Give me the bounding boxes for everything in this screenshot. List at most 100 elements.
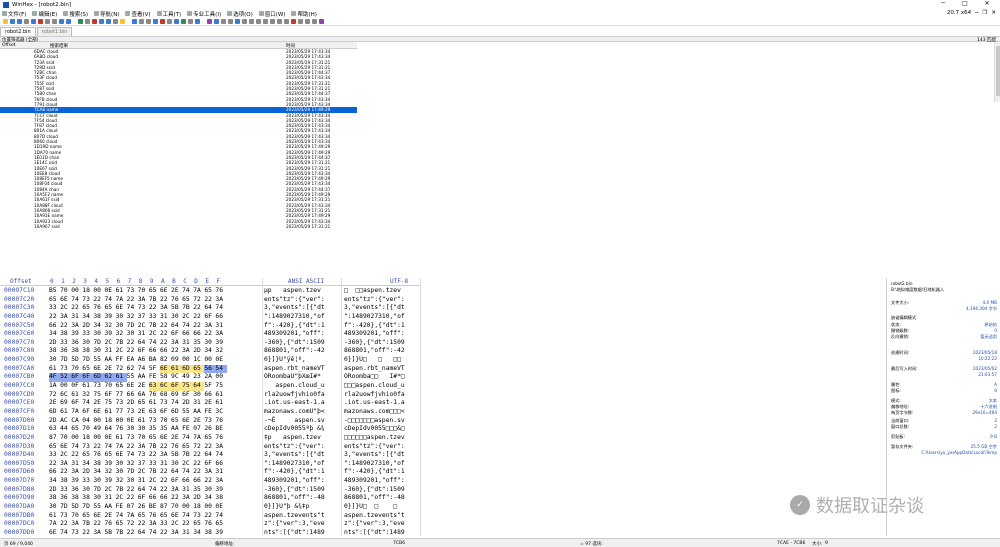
hex-byte[interactable]: 22 — [160, 486, 171, 495]
hex-byte[interactable]: 5B — [104, 529, 115, 537]
hex-byte[interactable]: 3A — [171, 339, 182, 348]
hex-byte[interactable]: 22 — [160, 477, 171, 486]
hex-byte[interactable]: 3A — [182, 494, 193, 503]
menu-item[interactable]: 帮助(H) — [291, 10, 317, 18]
hex-byte[interactable]: 73 — [93, 382, 104, 391]
hex-byte[interactable]: 66 — [182, 330, 193, 339]
hex-byte[interactable]: 74 — [71, 296, 82, 305]
hex-byte[interactable]: 7D — [93, 486, 104, 495]
menu-item[interactable]: 选项(O) — [227, 10, 253, 18]
hex-byte[interactable]: 4F — [49, 373, 61, 383]
hex-row[interactable]: 00007D90 38 36 38 38 30 31 2C 22 6F 66 66 22 3A 2D 34 38… — [0, 494, 420, 503]
hex-byte[interactable]: 74 — [149, 339, 160, 348]
hex-byte[interactable]: 73 — [127, 287, 138, 296]
hex-byte[interactable]: 23 — [193, 373, 204, 382]
hex-byte[interactable]: 22 — [160, 296, 171, 305]
hex-byte[interactable]: 22 — [127, 339, 138, 348]
hex-byte[interactable]: 00 — [71, 434, 82, 443]
hex-byte[interactable]: 65 — [104, 304, 115, 313]
hex-byte[interactable]: 70 — [60, 287, 71, 296]
hex-byte[interactable]: 22 — [93, 443, 104, 452]
hex-byte[interactable]: 22 — [60, 322, 71, 331]
hex-byte[interactable]: 76 — [215, 287, 226, 296]
close-icon[interactable]: ✕ — [976, 0, 998, 7]
toolbar-button-icon[interactable] — [85, 19, 90, 24]
toolbar-button-icon[interactable] — [92, 19, 97, 24]
hex-row[interactable]: 00007C40 22 3A 31 34 38 39 30 32 37 33 31 30 2C 22 6F 66… — [0, 313, 420, 322]
toolbar-button-icon[interactable] — [160, 19, 165, 24]
hex-byte[interactable]: 73 — [193, 512, 204, 521]
hex-byte[interactable]: 22 — [193, 304, 204, 313]
hex-byte[interactable]: 00 — [60, 382, 71, 391]
hex-byte[interactable]: 30 — [49, 503, 60, 512]
hex-byte[interactable]: 73 — [138, 304, 149, 313]
hex-byte[interactable]: 61 — [116, 287, 127, 296]
hex-byte[interactable]: 30 — [49, 356, 60, 365]
hex-byte[interactable]: 36 — [60, 494, 71, 503]
hex-byte[interactable]: 5F — [204, 382, 215, 391]
hex-byte[interactable]: 34 — [93, 322, 104, 331]
hex-byte[interactable]: 2C — [104, 339, 115, 348]
hex-byte[interactable]: FE — [182, 425, 193, 434]
hex-byte[interactable]: 2E — [193, 417, 204, 426]
toolbar-button-icon[interactable] — [132, 19, 137, 24]
hex-byte[interactable]: 70 — [138, 287, 149, 296]
hex-byte[interactable]: 1A — [49, 382, 60, 391]
hex-byte[interactable]: 31 — [160, 460, 171, 469]
hex-byte[interactable]: 38 — [82, 494, 93, 503]
toolbar-button-icon[interactable] — [221, 19, 226, 24]
hex-byte[interactable]: 6C — [159, 382, 172, 391]
hex-byte[interactable]: 76 — [116, 425, 127, 434]
hex-byte[interactable]: 39 — [215, 529, 226, 537]
hex-byte[interactable]: 31 — [215, 322, 226, 331]
hex-byte[interactable]: 22 — [193, 460, 204, 469]
hex-byte[interactable]: 2C — [116, 347, 127, 356]
toolbar-button-icon[interactable] — [99, 19, 104, 24]
hex-byte[interactable]: 22 — [204, 512, 215, 521]
hex-bytes[interactable]: 34 38 39 33 30 39 32 30 31 2C 22 6F 66 66 22 3A — [49, 477, 227, 486]
hex-bytes[interactable]: 65 6E 74 73 22 74 7A 22 3A 7B 22 76 65 72 22 3A — [49, 443, 227, 452]
hex-byte[interactable]: 6F — [204, 460, 215, 469]
hex-byte[interactable]: 73 — [204, 417, 215, 426]
hex-byte[interactable]: 73 — [60, 365, 71, 374]
hex-byte[interactable]: 3A — [71, 468, 82, 477]
toolbar-button-icon[interactable] — [66, 19, 71, 24]
toolbar-button-icon[interactable] — [10, 19, 15, 24]
hex-byte[interactable]: 74 — [138, 365, 149, 374]
hex-byte[interactable]: 18 — [82, 287, 93, 296]
hex-bytes[interactable]: 2D AC CA 04 00 18 00 0E 61 73 70 65 6E 2E 73 76 — [49, 417, 227, 426]
hex-byte[interactable]: B5 — [49, 287, 60, 296]
hex-byte[interactable]: 5B — [171, 451, 182, 460]
hex-byte[interactable]: 7A — [116, 443, 127, 452]
hex-byte[interactable]: FE — [149, 373, 160, 382]
hex-byte[interactable]: 64 — [138, 529, 149, 537]
hex-byte[interactable]: 6F — [71, 373, 83, 383]
hex-byte[interactable]: 39 — [71, 477, 82, 486]
hex-byte[interactable]: 65 — [171, 417, 182, 426]
hex-byte[interactable]: 31 — [182, 529, 193, 537]
hex-byte[interactable]: 22 — [204, 443, 215, 452]
hex-byte[interactable]: 38 — [60, 330, 71, 339]
hex-byte[interactable]: 0E — [104, 287, 115, 296]
hex-byte[interactable]: 30 — [93, 347, 104, 356]
hex-byte[interactable]: 69 — [171, 391, 182, 400]
hex-byte[interactable]: 22 — [71, 451, 82, 460]
hex-byte[interactable]: 65 — [116, 382, 127, 391]
hex-byte[interactable]: 6D — [49, 408, 60, 417]
hex-byte[interactable]: 74 — [104, 443, 115, 452]
hex-byte[interactable]: AA — [171, 425, 182, 434]
hex-byte[interactable]: 3A — [204, 322, 215, 331]
toolbar-button-icon[interactable] — [235, 19, 240, 24]
hex-row[interactable]: 00007C50 66 22 3A 2D 34 32 30 7D 2C 7B 22 64 74 22 3A 31… — [0, 322, 420, 331]
hex-byte[interactable]: 30 — [127, 477, 138, 486]
hex-byte[interactable]: 22 — [171, 347, 182, 356]
hex-byte[interactable]: 22 — [193, 451, 204, 460]
hex-byte[interactable]: 70 — [171, 503, 182, 512]
hex-byte[interactable]: 34 — [49, 477, 60, 486]
hex-byte[interactable]: 74 — [182, 468, 193, 477]
menu-item[interactable]: 工具(T) — [156, 10, 181, 18]
hex-byte[interactable]: 61 — [115, 373, 127, 383]
hex-byte[interactable]: 39 — [104, 477, 115, 486]
hex-byte[interactable]: 39 — [104, 313, 115, 322]
hex-byte[interactable]: 6F — [204, 313, 215, 322]
